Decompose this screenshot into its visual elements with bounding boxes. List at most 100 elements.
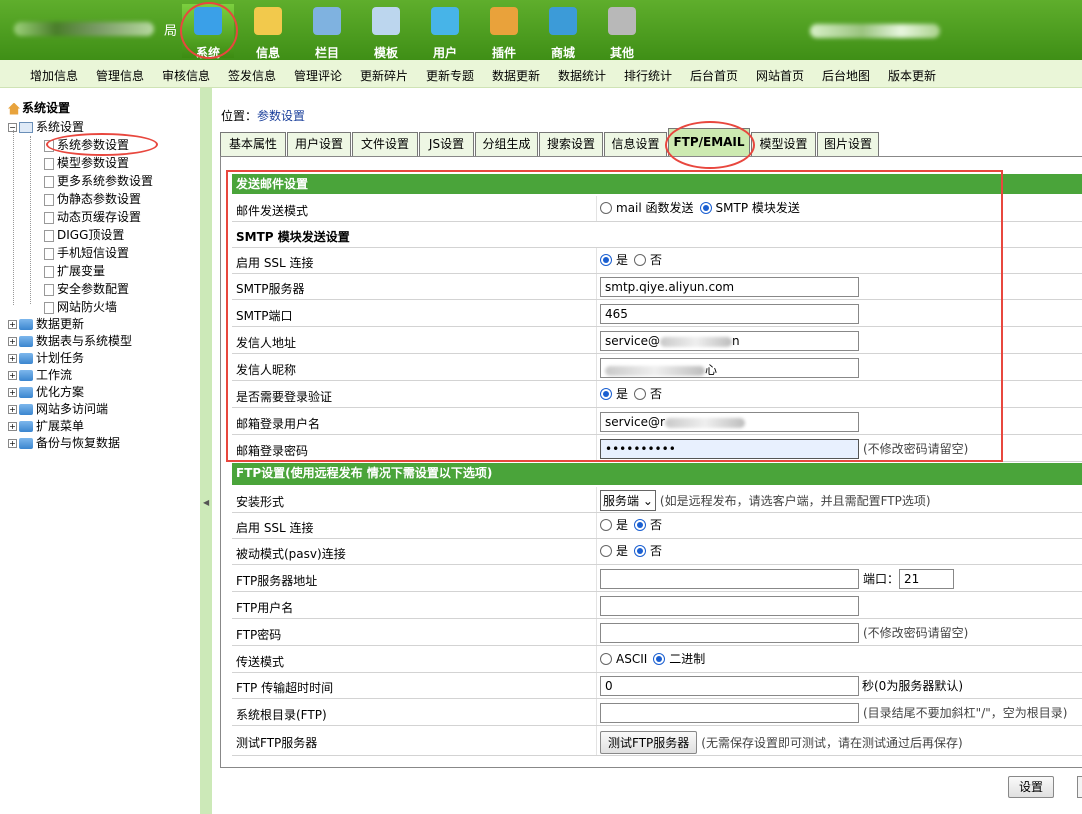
field-label: 系统根目录(FTP) — [236, 708, 327, 722]
quick-menu-item[interactable]: 网站首页 — [756, 67, 804, 84]
collapse-arrow-icon: ◀ — [203, 498, 210, 507]
tab-4[interactable]: 分组生成 — [475, 132, 538, 156]
quick-menu-item[interactable]: 数据更新 — [492, 67, 540, 84]
radio-label: 否 — [650, 544, 663, 558]
reset-button-partial[interactable] — [1077, 776, 1082, 798]
quick-menu-item[interactable]: 数据统计 — [558, 67, 606, 84]
edit-note-icon — [254, 7, 282, 35]
tree-item[interactable]: 安全参数配置 — [44, 280, 129, 297]
field-label: 测试FTP服务器 — [236, 736, 318, 750]
expand-icon[interactable]: + — [8, 337, 17, 346]
ftp-port-input[interactable]: 21 — [899, 569, 955, 589]
save-button[interactable]: 设置 — [1008, 776, 1054, 798]
quick-menu-item[interactable]: 更新碎片 — [360, 67, 408, 84]
tree-item[interactable]: DIGG顶设置 — [44, 226, 124, 243]
hint-text: (目录结尾不要加斜杠"/"，空为根目录) — [863, 705, 1068, 720]
quick-menu-item[interactable]: 版本更新 — [888, 67, 936, 84]
expand-icon[interactable]: + — [8, 371, 17, 380]
tab-8[interactable]: 模型设置 — [751, 132, 816, 156]
field-label: FTP服务器地址 — [236, 574, 318, 588]
tab-2[interactable]: 文件设置 — [352, 132, 418, 156]
radio-icon[interactable] — [634, 545, 647, 557]
quick-menu-item[interactable]: 增加信息 — [30, 67, 78, 84]
radio-icon[interactable] — [600, 519, 612, 531]
home-icon — [8, 102, 20, 115]
quick-menu-item[interactable]: 签发信息 — [228, 67, 276, 84]
tab-6[interactable]: 信息设置 — [604, 132, 667, 156]
tree-folder[interactable]: + 数据更新 — [8, 315, 84, 332]
expand-icon[interactable]: + — [8, 388, 17, 397]
tree-item[interactable]: 动态页缓存设置 — [44, 208, 141, 225]
tab-3[interactable]: JS设置 — [419, 132, 474, 156]
nav-edit-note[interactable]: 信息 — [242, 4, 294, 60]
radio-pasv-no[interactable]: 否 — [634, 544, 662, 558]
tree-item[interactable]: 伪静态参数设置 — [44, 190, 141, 207]
tree-group-system[interactable]: − 系统设置 — [8, 118, 84, 135]
radio-icon[interactable] — [634, 519, 647, 531]
tree-folder[interactable]: + 数据表与系统模型 — [8, 332, 132, 349]
quick-menu-item[interactable]: 更新专题 — [426, 67, 474, 84]
tab-5[interactable]: 搜索设置 — [539, 132, 603, 156]
expand-icon[interactable]: + — [8, 405, 17, 414]
quick-menu-item[interactable]: 排行统计 — [624, 67, 672, 84]
nav-gear[interactable]: 其他 — [596, 4, 648, 60]
sidebar-splitter[interactable]: ◀ — [200, 88, 212, 814]
annotation-box-email — [226, 170, 1003, 462]
expand-icon[interactable]: + — [8, 354, 17, 363]
radio-icon[interactable] — [653, 653, 666, 665]
radio-binary[interactable]: 二进制 — [653, 652, 705, 666]
breadcrumb-link[interactable]: 参数设置 — [257, 109, 305, 123]
nav-label: 插件 — [491, 46, 516, 60]
expand-icon[interactable]: + — [8, 422, 17, 431]
tree-item[interactable]: 扩展变量 — [44, 262, 105, 279]
tree-folder[interactable]: + 网站多访问端 — [8, 400, 108, 417]
nav-user[interactable]: 用户 — [419, 4, 471, 60]
tree-folder[interactable]: + 工作流 — [8, 366, 72, 383]
ftp-password-input[interactable] — [600, 623, 859, 643]
expand-icon[interactable]: + — [8, 320, 17, 329]
ftp-root-input[interactable] — [600, 703, 859, 723]
tree-item[interactable]: 手机短信设置 — [44, 244, 129, 261]
quick-menu-item[interactable]: 后台地图 — [822, 67, 870, 84]
page-icon — [44, 247, 54, 260]
radio-ascii[interactable]: ASCII — [600, 652, 647, 666]
tree-folder[interactable]: + 备份与恢复数据 — [8, 434, 120, 451]
tree-root[interactable]: 系统设置 — [8, 99, 70, 116]
expand-icon[interactable]: + — [8, 439, 17, 448]
tree-folder[interactable]: + 计划任务 — [8, 349, 84, 366]
tree-item[interactable]: 网站防火墙 — [44, 298, 117, 315]
quick-menu-item[interactable]: 管理信息 — [96, 67, 144, 84]
ftp-timeout-input[interactable]: 0 — [600, 676, 859, 696]
nav-tools[interactable]: 插件 — [478, 4, 530, 60]
nav-folder[interactable]: 栏目 — [301, 4, 353, 60]
folder-icon — [19, 336, 33, 347]
card-icon — [549, 7, 577, 35]
tree-folder-label: 优化方案 — [36, 385, 85, 399]
tree-item[interactable]: 模型参数设置 — [44, 154, 129, 171]
radio-pasv-yes[interactable]: 是 — [600, 544, 628, 558]
test-ftp-button[interactable]: 测试FTP服务器 — [600, 731, 698, 754]
nav-template-window[interactable]: 模板 — [360, 4, 412, 60]
quick-menu-item[interactable]: 管理评论 — [294, 67, 342, 84]
tree-item[interactable]: 更多系统参数设置 — [44, 172, 153, 189]
tab-0[interactable]: 基本属性 — [220, 132, 286, 156]
tree-folder[interactable]: + 扩展菜单 — [8, 417, 84, 434]
radio-ftp-ssl-yes[interactable]: 是 — [600, 518, 628, 532]
radio-icon[interactable] — [600, 653, 612, 665]
field-label: FTP密码 — [236, 628, 282, 642]
radio-icon[interactable] — [600, 545, 612, 557]
quick-menu-item[interactable]: 审核信息 — [162, 67, 210, 84]
tab-9[interactable]: 图片设置 — [817, 132, 879, 156]
tab-1[interactable]: 用户设置 — [287, 132, 351, 156]
tree-folder[interactable]: + 优化方案 — [8, 383, 84, 400]
folder-icon — [19, 319, 33, 330]
folder-icon — [19, 421, 33, 432]
ftp-user-input[interactable] — [600, 596, 859, 616]
install-type-select[interactable]: 服务端 ⌄ — [600, 490, 656, 511]
quick-menu-item[interactable]: 后台首页 — [690, 67, 738, 84]
ftp-port-label: 端口： — [863, 571, 900, 586]
nav-card[interactable]: 商城 — [537, 4, 589, 60]
radio-ftp-ssl-no[interactable]: 否 — [634, 518, 662, 532]
hint-text: (如是远程发布，请选客户端，并且需配置FTP选项) — [659, 494, 931, 508]
ftp-host-input[interactable] — [600, 569, 859, 589]
